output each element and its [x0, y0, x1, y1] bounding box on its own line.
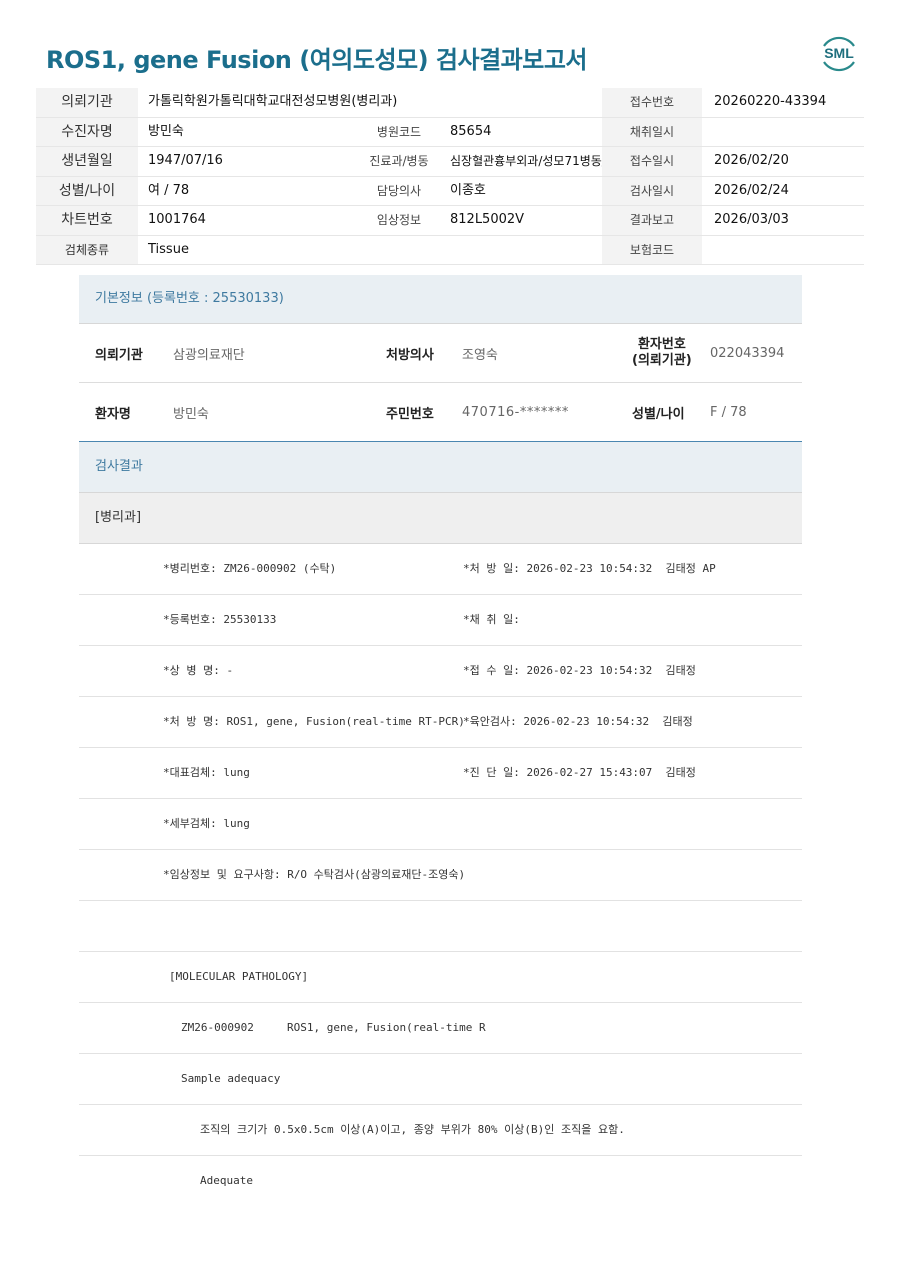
header-label: 성별/나이: [36, 176, 138, 205]
molecular-id: ZM26-000902 ROS1, gene, Fusion(real-time…: [181, 1021, 486, 1034]
header-label: 접수번호: [602, 88, 702, 117]
header-value: [714, 236, 864, 265]
result-line: [MOLECULAR PATHOLOGY]: [79, 952, 802, 1003]
header-row: 생년월일 1947/07/16 진료과/병동 심장혈관흉부외과/성모71병동/7…: [36, 147, 864, 177]
info-key: 처방의사: [386, 347, 434, 363]
result-line: Sample adequacy: [79, 1054, 802, 1105]
header-label: 차트번호: [36, 206, 138, 235]
header-label: 진료과/병동: [358, 147, 440, 176]
header-value: 2026/03/03: [714, 212, 789, 227]
header-value: [714, 118, 864, 147]
basic-info-title: 기본정보: [95, 291, 143, 306]
header-value: 여 / 78: [148, 182, 190, 198]
header-row: 검체종류 Tissue 보험코드: [36, 235, 864, 265]
result-line: *상 병 명: - *접 수 일: 2026-02-23 10:54:32 김태…: [79, 646, 802, 697]
adequacy-result: Adequate: [200, 1174, 253, 1187]
info-key: 주민번호: [386, 406, 434, 422]
result-field: *처 방 명: ROS1, gene, Fusion(real-time RT-…: [163, 715, 465, 728]
result-field: *세부검체: lung: [163, 817, 250, 830]
info-value: 조영숙: [462, 347, 498, 363]
info-value: 방민숙: [173, 406, 209, 422]
info-key: 성별/나이: [632, 406, 685, 422]
result-field: *병리번호: ZM26-000902 (수탁): [163, 562, 337, 575]
result-field: *진 단 일: 2026-02-27 15:43:07 김태정: [463, 766, 696, 779]
result-line: Adequate: [79, 1156, 802, 1206]
header-value: 20260220-43394: [714, 94, 827, 109]
info-key-line: 환자번호: [637, 337, 686, 352]
result-line: *대표검체: lung *진 단 일: 2026-02-27 15:43:07 …: [79, 748, 802, 799]
header-value: 1001764: [148, 212, 206, 227]
header-label: 담당의사: [358, 176, 440, 205]
results-heading: 검사결과: [79, 442, 802, 493]
header-row: 성별/나이 여 / 78 담당의사 이종호 검사일시 2026/02/24: [36, 176, 864, 206]
report-body: 기본정보 (등록번호 : 25530133) 의뢰기관 삼광의료재단 처방의사 …: [79, 275, 802, 1206]
header-label: 접수일시: [602, 147, 702, 176]
header-label: 채취일시: [602, 117, 702, 146]
header-label: 임상정보: [358, 206, 440, 235]
info-key: 환자명: [95, 406, 131, 422]
header-row: 의뢰기관 가톨릭학원가톨릭대학교대전성모병원(병리과) 접수번호 2026022…: [36, 88, 864, 118]
header-label: 결과보고: [602, 206, 702, 235]
result-line: *세부검체: lung: [79, 799, 802, 850]
basic-info-row: 의뢰기관 삼광의료재단 처방의사 조영숙 환자번호 (의뢰기관) 0220433…: [79, 324, 802, 383]
result-field: *처 방 일: 2026-02-23 10:54:32 김태정 AP: [463, 562, 716, 575]
header-label: 생년월일: [36, 147, 138, 176]
info-value: 삼광의료재단: [173, 347, 245, 363]
header-table: 의뢰기관 가톨릭학원가톨릭대학교대전성모병원(병리과) 접수번호 2026022…: [36, 88, 864, 265]
molecular-heading: [MOLECULAR PATHOLOGY]: [169, 970, 309, 983]
result-line: *등록번호: 25530133 *채 취 일:: [79, 595, 802, 646]
header-value: 가톨릭학원가톨릭대학교대전성모병원(병리과): [148, 94, 398, 109]
svg-text:SML: SML: [824, 45, 854, 61]
header-value: 2026/02/20: [714, 153, 789, 168]
result-line: *처 방 명: ROS1, gene, Fusion(real-time RT-…: [79, 697, 802, 748]
result-line: 조직의 크기가 0.5x0.5cm 이상(A)이고, 종양 부위가 80% 이상…: [79, 1105, 802, 1156]
info-key: 환자번호 (의뢰기관): [632, 324, 692, 382]
result-field: *접 수 일: 2026-02-23 10:54:32 김태정: [463, 664, 696, 677]
header-label: 검체종류: [36, 235, 138, 264]
result-line: *임상정보 및 요구사항: R/O 수탁검사(삼광의료재단-조영숙): [79, 850, 802, 901]
info-value: 470716-*******: [462, 404, 569, 420]
sml-logo: SML: [823, 36, 855, 72]
header-label: 보험코드: [602, 235, 702, 264]
result-field: *대표검체: lung: [163, 766, 250, 779]
result-line: *병리번호: ZM26-000902 (수탁) *처 방 일: 2026-02-…: [79, 544, 802, 595]
header-label: 검사일시: [602, 176, 702, 205]
department-label: [병리과]: [79, 493, 802, 544]
result-line: ZM26-000902 ROS1, gene, Fusion(real-time…: [79, 1003, 802, 1054]
result-field: *채 취 일:: [463, 613, 520, 626]
adequacy-criteria: 조직의 크기가 0.5x0.5cm 이상(A)이고, 종양 부위가 80% 이상…: [200, 1123, 625, 1136]
header-label: 수진자명: [36, 117, 138, 146]
sample-adequacy-label: Sample adequacy: [181, 1072, 281, 1085]
basic-info-heading: 기본정보 (등록번호 : 25530133): [79, 275, 802, 324]
header-value: 방민숙: [148, 123, 184, 139]
result-line: [79, 901, 802, 952]
header-row: 수진자명 방민숙 병원코드 85654 채취일시: [36, 117, 864, 147]
info-value: 022043394: [710, 345, 785, 361]
info-key-line: (의뢰기관): [632, 353, 692, 368]
header-value: 2026/02/24: [714, 182, 789, 198]
header-label: 병원코드: [358, 117, 440, 146]
info-value: F / 78: [710, 404, 747, 420]
result-field: *임상정보 및 요구사항: R/O 수탁검사(삼광의료재단-조영숙): [163, 868, 466, 881]
header-value: Tissue: [148, 241, 189, 257]
result-field: *등록번호: 25530133: [163, 613, 277, 626]
report-title: ROS1, gene Fusion (여의도성모) 검사결과보고서: [46, 46, 588, 74]
basic-info-row: 환자명 방민숙 주민번호 470716-******* 성별/나이 F / 78: [79, 383, 802, 442]
header-value: 1947/07/16: [148, 153, 223, 168]
registration-number: (등록번호 : 25530133): [146, 291, 284, 306]
result-field: *상 병 명: -: [163, 664, 234, 677]
header-label: 의뢰기관: [36, 88, 138, 117]
info-key: 의뢰기관: [95, 347, 143, 363]
result-field: *육안검사: 2026-02-23 10:54:32 김태정: [463, 715, 693, 728]
header-row: 차트번호 1001764 임상정보 812L5002V 결과보고 2026/03…: [36, 206, 864, 236]
